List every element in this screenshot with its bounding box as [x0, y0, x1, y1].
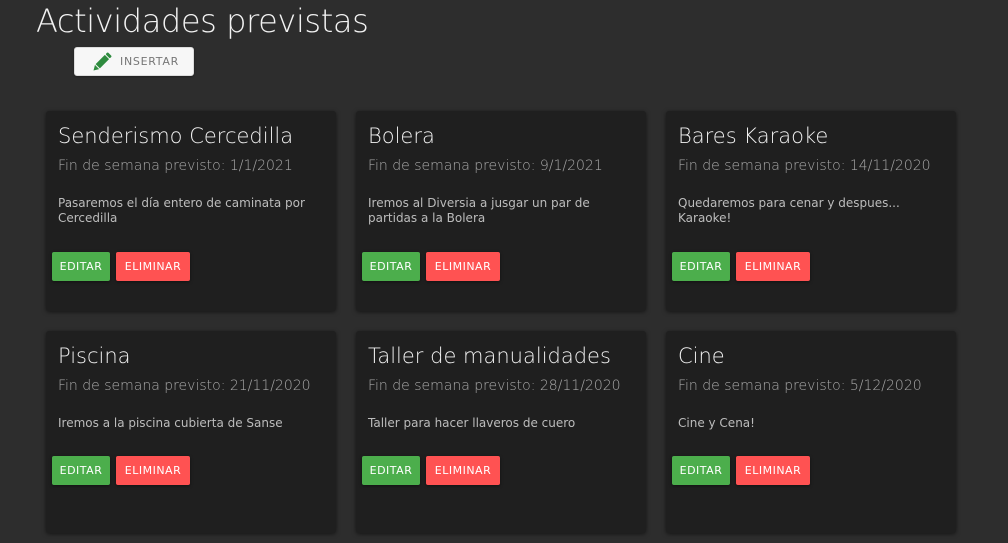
edit-button[interactable]: EDITAR [672, 252, 730, 281]
activity-card: Cine Fin de semana previsto: 5/12/2020 C… [666, 331, 956, 533]
card-date: Fin de semana previsto: 1/1/2021 [58, 158, 293, 174]
card-title: Piscina [58, 344, 131, 368]
edit-button[interactable]: EDITAR [672, 456, 730, 485]
insert-button[interactable]: INSERTAR [74, 47, 194, 76]
card-description: Iremos a la piscina cubierta de Sanse [58, 416, 283, 430]
card-date: Fin de semana previsto: 9/1/2021 [368, 158, 603, 174]
card-title: Senderismo Cercedilla [58, 124, 294, 148]
delete-button[interactable]: ELIMINAR [116, 456, 190, 485]
delete-button[interactable]: ELIMINAR [736, 252, 810, 281]
edit-button[interactable]: EDITAR [52, 456, 110, 485]
delete-button[interactable]: ELIMINAR [426, 252, 500, 281]
card-description: Cine y Cena! [678, 416, 755, 430]
card-date: Fin de semana previsto: 21/11/2020 [58, 378, 311, 394]
card-title: Bolera [368, 124, 435, 148]
edit-button[interactable]: EDITAR [362, 252, 420, 281]
delete-button[interactable]: ELIMINAR [736, 456, 810, 485]
card-title: Cine [678, 344, 725, 368]
activity-card: Bares Karaoke Fin de semana previsto: 14… [666, 111, 956, 311]
delete-button[interactable]: ELIMINAR [426, 456, 500, 485]
activity-card: Taller de manualidades Fin de semana pre… [356, 331, 646, 533]
pencil-icon [89, 49, 115, 75]
edit-button[interactable]: EDITAR [52, 252, 110, 281]
card-description: Iremos al Diversia a jusgar un par de pa… [368, 196, 590, 225]
activity-card: Bolera Fin de semana previsto: 9/1/2021 … [356, 111, 646, 311]
insert-button-label: INSERTAR [120, 55, 179, 68]
activity-card: Senderismo Cercedilla Fin de semana prev… [46, 111, 336, 311]
card-description: Quedaremos para cenar y despues... Karao… [678, 196, 900, 225]
card-description: Taller para hacer llaveros de cuero [368, 416, 576, 430]
page-title: Actividades previstas [36, 2, 369, 40]
card-date: Fin de semana previsto: 5/12/2020 [678, 378, 922, 394]
edit-button[interactable]: EDITAR [362, 456, 420, 485]
card-date: Fin de semana previsto: 28/11/2020 [368, 378, 621, 394]
card-description: Pasaremos el día entero de caminata por … [58, 196, 305, 225]
delete-button[interactable]: ELIMINAR [116, 252, 190, 281]
card-date: Fin de semana previsto: 14/11/2020 [678, 158, 931, 174]
card-title: Taller de manualidades [368, 344, 611, 368]
activity-card: Piscina Fin de semana previsto: 21/11/20… [46, 331, 336, 533]
card-title: Bares Karaoke [678, 124, 829, 148]
